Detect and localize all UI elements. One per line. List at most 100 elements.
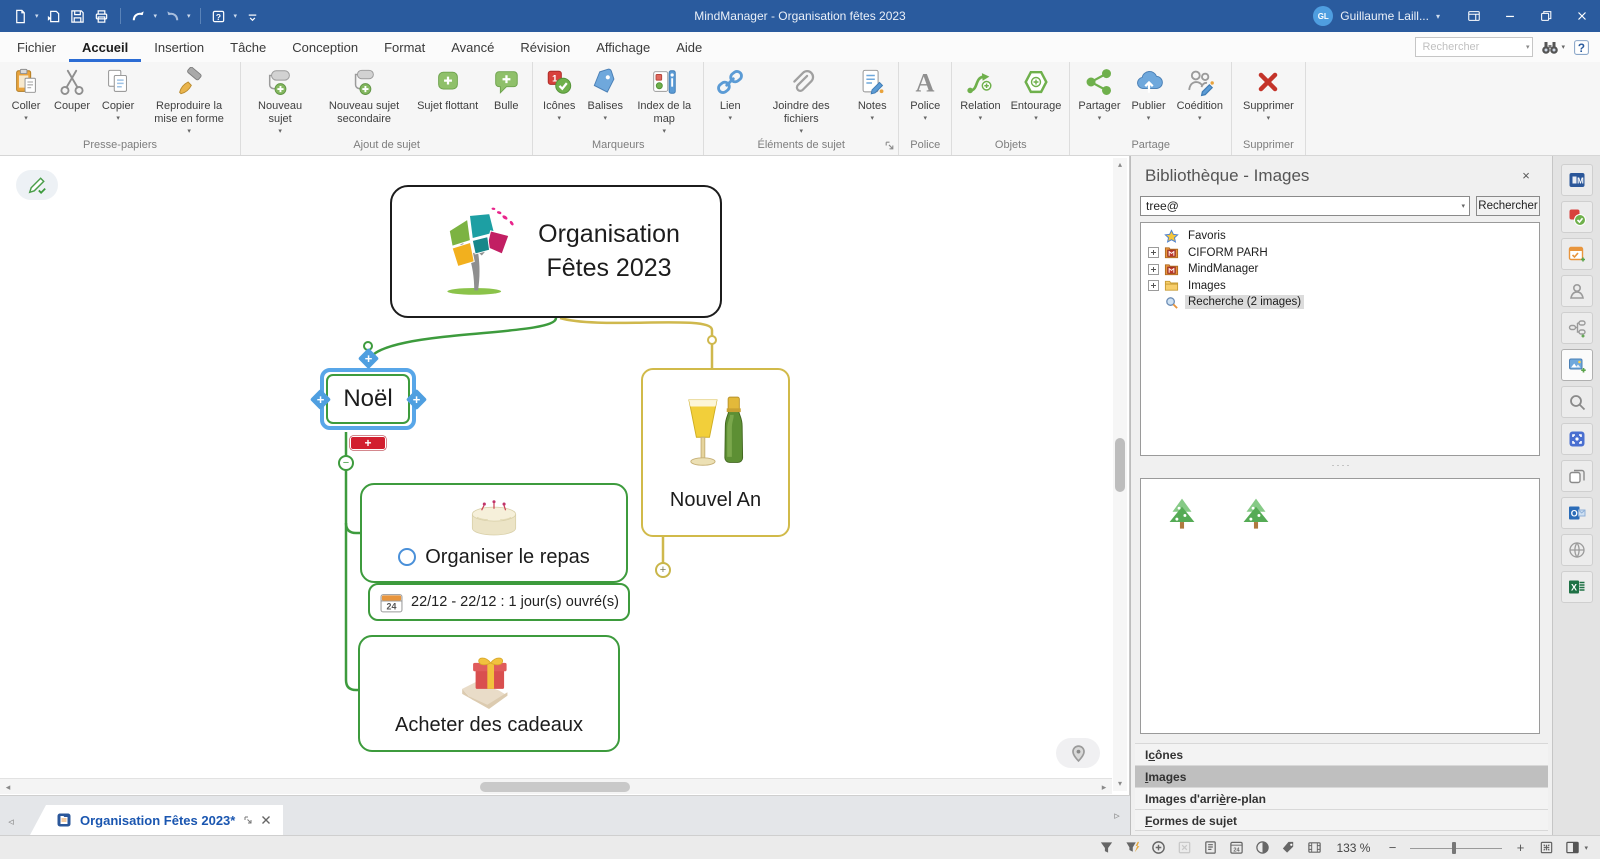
tab-close-icon[interactable] [261, 815, 271, 825]
status-select-button[interactable] [1176, 840, 1192, 856]
ribbon-button-police[interactable]: APolice▾ [902, 65, 948, 124]
library-tree-item-recherche-2-images[interactable]: Recherche (2 images) [1141, 294, 1539, 311]
ribbon-button-entourage[interactable]: Entourage▾ [1006, 65, 1067, 124]
popout-icon[interactable] [243, 815, 253, 825]
restore-button[interactable] [1528, 0, 1564, 32]
status-add-button[interactable] [1150, 840, 1166, 856]
ribbon-button-copier[interactable]: Copier▾ [95, 65, 141, 124]
library-section-images-d-arriere-plan[interactable]: Images d'arrière-plan [1135, 787, 1548, 809]
ribbon-button-coller[interactable]: Coller▾ [3, 65, 49, 124]
ribbon-button-partager[interactable]: Partager▾ [1073, 65, 1125, 124]
qat-qat-more-button[interactable] [242, 6, 262, 26]
ribbon-button-joindre-des-fichiers[interactable]: Joindre des fichiers▾ [753, 65, 849, 137]
topic-repas-task-info[interactable]: 24 22/12 - 22/12 : 1 jour(s) ouvré(s) [368, 583, 630, 621]
chevron-down-icon[interactable]: ▾ [234, 12, 238, 20]
pane-tab-task[interactable] [1561, 238, 1593, 270]
ribbon-button-bulle[interactable]: Bulle [483, 65, 529, 115]
scroll-right-icon[interactable] [1096, 779, 1112, 795]
horizontal-scrollbar[interactable] [0, 778, 1112, 794]
ribbon-tab-accueil[interactable]: Accueil [69, 32, 141, 62]
ribbon-search-input[interactable] [1415, 37, 1533, 57]
topic-noel[interactable]: Noël [326, 374, 410, 424]
expander-icon[interactable] [1148, 280, 1159, 291]
ribbon-button-publier[interactable]: Publier▾ [1126, 65, 1172, 124]
document-tab[interactable]: Organisation Fêtes 2023* [30, 805, 283, 835]
add-topic-handle-top[interactable] [357, 347, 378, 368]
scroll-down-icon[interactable] [1113, 777, 1127, 791]
insert-subtopic-button[interactable] [350, 436, 386, 450]
ribbon-button-index-de-la-map[interactable]: Index de la map▾ [628, 65, 700, 137]
status-tag-button[interactable] [1280, 840, 1296, 856]
pane-tab-person[interactable] [1561, 275, 1593, 307]
account-button[interactable]: GL Guillaume Laill... ▾ [1313, 6, 1440, 26]
library-tree-item-mindmanager[interactable]: MindManager [1141, 261, 1539, 278]
status-notes-button[interactable] [1202, 840, 1218, 856]
topic-acheter-des-cadeaux[interactable]: Acheter des cadeaux [358, 635, 620, 752]
scroll-up-icon[interactable] [1113, 158, 1127, 172]
map-canvas[interactable]: Organisation Fêtes 2023 Noël Organiser l… [0, 156, 1130, 795]
qat-print-button[interactable] [92, 6, 112, 26]
ribbon-button-coedition[interactable]: Coédition▾ [1172, 65, 1228, 124]
qat-redo-button[interactable] [162, 6, 182, 26]
vertical-scrollbar[interactable] [1113, 158, 1127, 791]
scroll-left-icon[interactable] [0, 779, 16, 795]
qat-doc-new-button[interactable] [10, 6, 30, 26]
central-topic[interactable]: Organisation Fêtes 2023 [390, 185, 722, 318]
pane-tab-excel[interactable]: X [1561, 571, 1593, 603]
chevron-down-icon[interactable]: ▾ [154, 12, 158, 20]
status-filter-button[interactable] [1098, 840, 1114, 856]
horizontal-scroll-thumb[interactable] [480, 782, 630, 792]
ribbon-button-relation[interactable]: Relation▾ [955, 65, 1005, 124]
ribbon-tab-tache[interactable]: Tâche [217, 32, 279, 62]
library-result-image[interactable] [1163, 495, 1201, 533]
zoom-slider[interactable] [1410, 841, 1502, 855]
ribbon-button-nouveau-sujet[interactable]: Nouveau sujet▾ [244, 65, 316, 137]
pane-tab-parts[interactable] [1561, 312, 1593, 344]
zoom-out-button[interactable] [1384, 840, 1400, 856]
ribbon-button-sujet-flottant[interactable]: Sujet flottant [412, 65, 483, 115]
qat-undo-button[interactable] [129, 6, 149, 26]
ribbon-button-reproduire-la-mise-en-forme[interactable]: Reproduire la mise en forme▾ [141, 65, 237, 137]
pane-tab-outlook[interactable]: O [1561, 497, 1593, 529]
layout-switch-button[interactable] [1456, 0, 1492, 32]
status-toggle-button[interactable] [1254, 840, 1270, 856]
help-button[interactable]: ? [1573, 39, 1590, 56]
ribbon-button-couper[interactable]: Couper [49, 65, 95, 115]
pane-tab-web[interactable] [1561, 534, 1593, 566]
library-search-input[interactable] [1141, 197, 1469, 215]
find-button[interactable]: ▾ [1541, 40, 1565, 55]
qat-help-badge-button[interactable]: ? [209, 6, 229, 26]
ribbon-tab-format[interactable]: Format [371, 32, 438, 62]
chevron-down-icon[interactable]: ▾ [35, 12, 39, 20]
ribbon-tab-revision[interactable]: Révision [507, 32, 583, 62]
tab-scroll-right[interactable] [1106, 803, 1128, 829]
chevron-down-icon[interactable]: ▾ [1584, 844, 1588, 852]
zoom-in-button[interactable] [1512, 840, 1528, 856]
minimize-button[interactable] [1492, 0, 1528, 32]
ribbon-tab-conception[interactable]: Conception [279, 32, 371, 62]
close-button[interactable] [1564, 0, 1600, 32]
ribbon-tab-fichier[interactable]: Fichier [4, 32, 69, 62]
library-section-images[interactable]: Images [1135, 765, 1548, 787]
library-search-box[interactable]: ▾ [1140, 196, 1470, 216]
collapse-branch-button[interactable] [338, 455, 354, 471]
ribbon-tab-affichage[interactable]: Affichage [583, 32, 663, 62]
ribbon-tab-avance[interactable]: Avancé [438, 32, 507, 62]
task-progress-icon[interactable] [398, 548, 416, 566]
qat-save-button[interactable] [68, 6, 88, 26]
qat-doc-open-button[interactable] [44, 6, 64, 26]
chevron-down-icon[interactable]: ▾ [187, 12, 191, 20]
expander-icon[interactable] [1148, 247, 1159, 258]
library-section-formes-de-sujet[interactable]: Formes de sujet [1135, 809, 1548, 831]
pane-tab-library[interactable]: M [1561, 164, 1593, 196]
ribbon-tab-aide[interactable]: Aide [663, 32, 715, 62]
library-result-image[interactable] [1237, 495, 1275, 533]
expander-icon[interactable] [1148, 264, 1159, 275]
status-film-button[interactable] [1306, 840, 1322, 856]
zoom-slider-handle[interactable] [1452, 842, 1456, 854]
panel-splitter[interactable] [1131, 460, 1552, 472]
library-search-button[interactable]: Rechercher [1476, 196, 1540, 216]
expand-branch-button[interactable] [655, 562, 671, 578]
pane-tab-search[interactable] [1561, 386, 1593, 418]
coediting-edit-button[interactable] [16, 170, 58, 200]
